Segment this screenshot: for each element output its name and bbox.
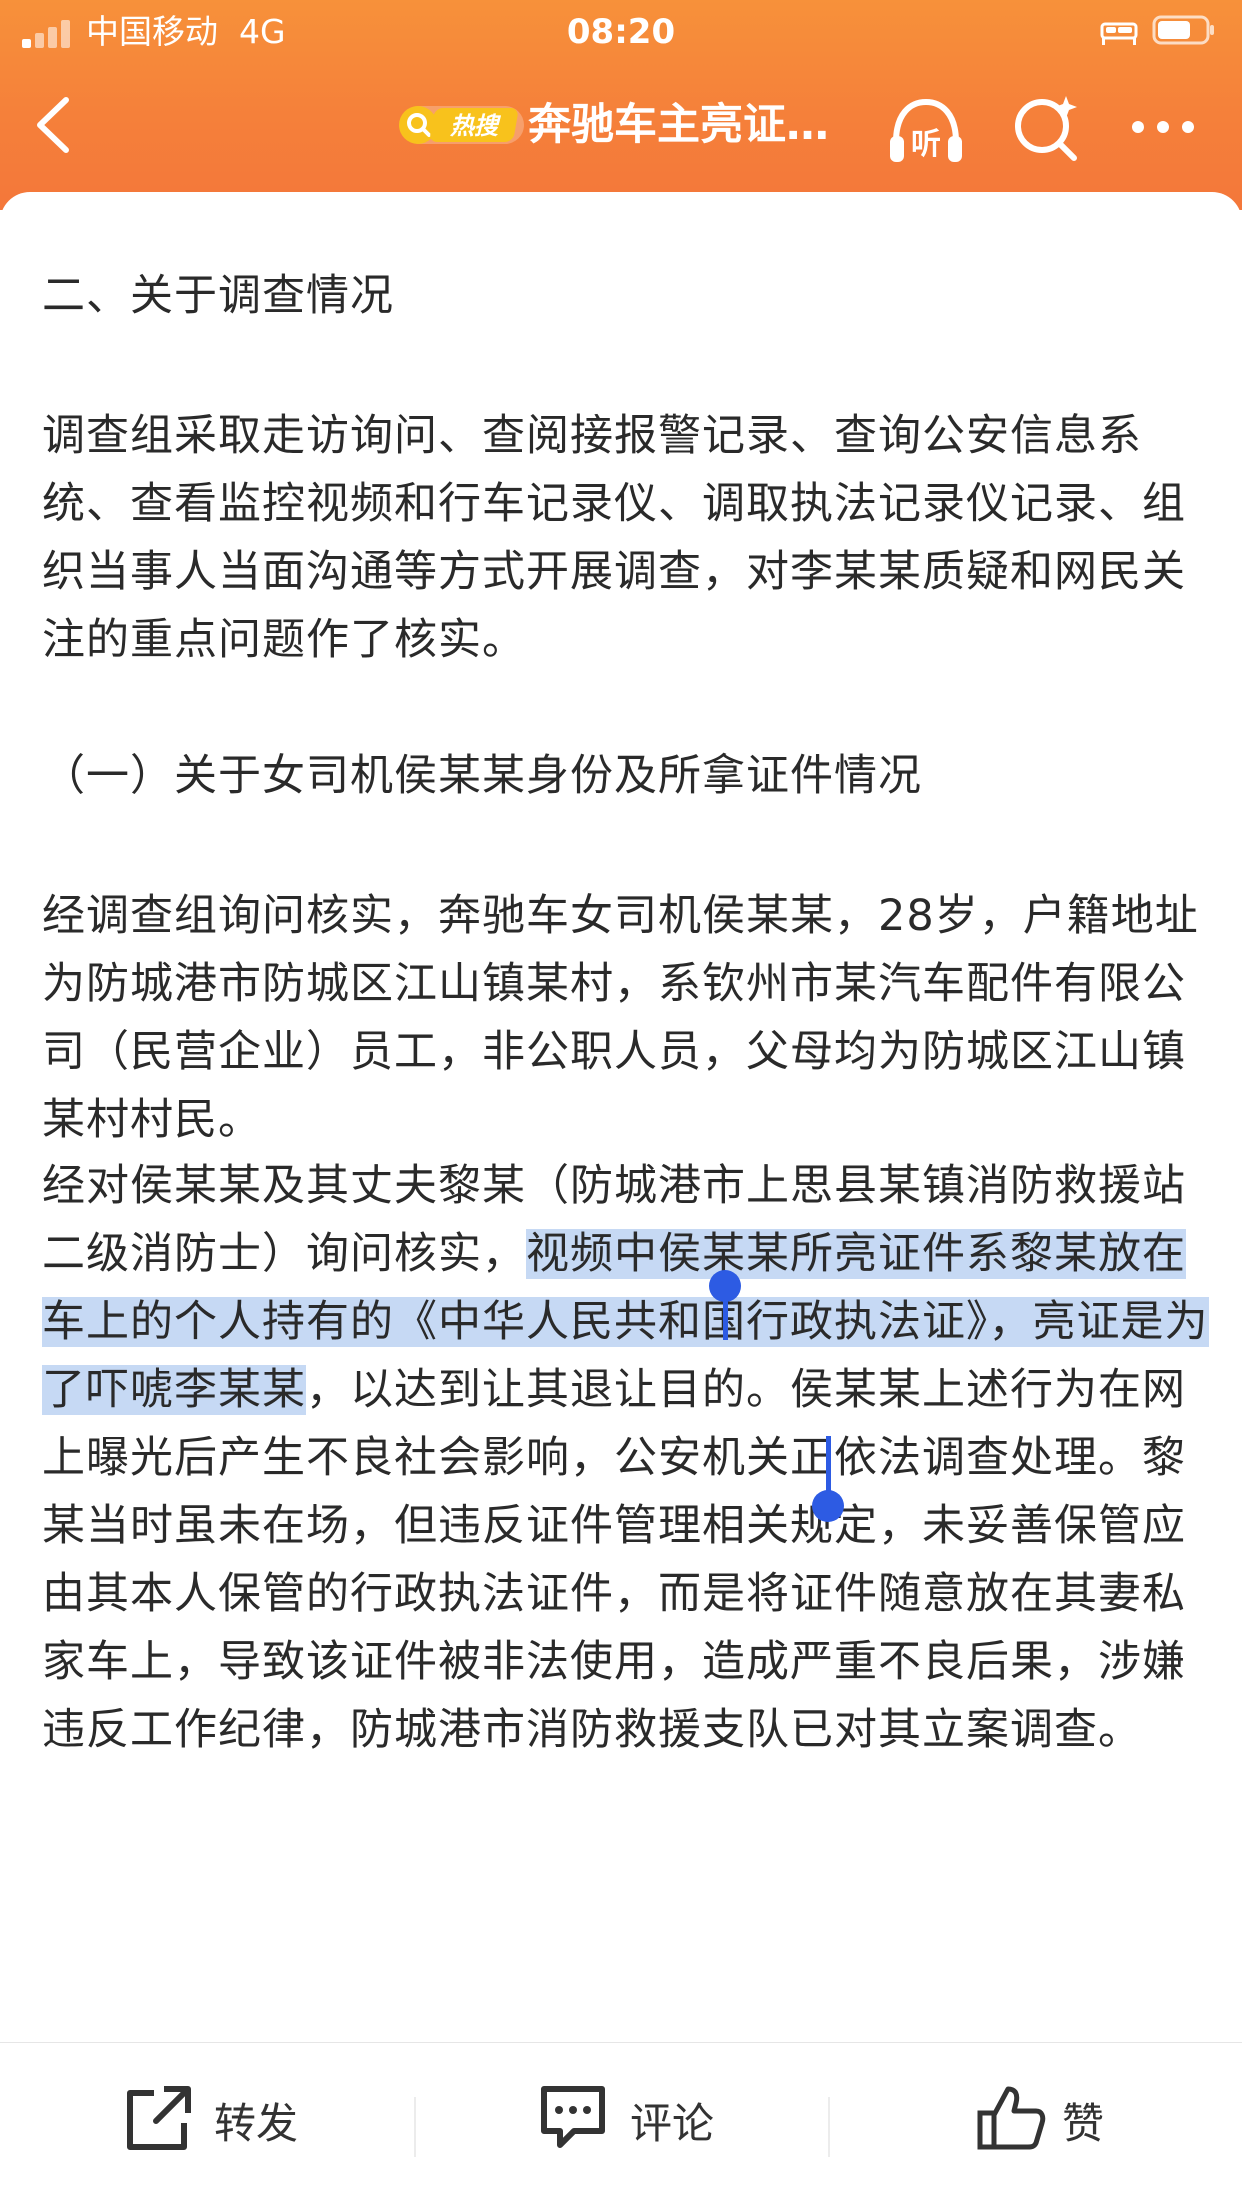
top-header: 中国移动 4G 08:20 热搜 奔驰车主亮证… 听 <box>0 0 1242 210</box>
section-heading: 二、关于调查情况 <box>42 271 394 321</box>
status-time: 08:20 <box>566 12 676 52</box>
article-paragraph-selected[interactable]: 经对侯某某及其丈夫黎某（防城港市上思县某镇消防救援站二级消防士）询问核实，视频中… <box>42 1152 1212 1764</box>
comment-label: 评论 <box>630 2099 715 2148</box>
like-button[interactable]: 赞 <box>976 2083 1136 2163</box>
share-button[interactable]: 转发 <box>124 2083 314 2163</box>
selection-end-knob[interactable] <box>812 1490 844 1522</box>
toolbar-divider <box>414 2097 416 2157</box>
article-content: 二、关于调查情况 调查组采取走访询问、查阅接报警记录、查询公安信息系统、查看监控… <box>0 192 1242 2042</box>
share-label: 转发 <box>214 2099 299 2148</box>
comment-button[interactable]: 评论 <box>538 2083 738 2163</box>
nav-title[interactable]: 奔驰车主亮证… <box>528 100 858 150</box>
paragraph-text: ，以达到让其退让目的。侯某某上述行为在网上曝光后产生不良社会影响，公安机关正依法… <box>42 1365 1186 1755</box>
share-icon <box>127 2086 191 2150</box>
article-paragraph: 调查组采取走访询问、查阅接报警记录、查询公安信息系统、查看监控视频和行车记录仪、… <box>42 411 1186 665</box>
nav-bar: 热搜 奔驰车主亮证… 听 <box>0 62 1242 186</box>
sub-heading: （一）关于女司机侯某某身份及所拿证件情况 <box>42 751 922 801</box>
like-label: 赞 <box>1062 2099 1105 2148</box>
battery-icon <box>1152 15 1214 45</box>
comment-icon <box>541 2086 605 2148</box>
hot-search-badge[interactable]: 热搜 <box>398 102 530 148</box>
bed-icon <box>1100 22 1138 45</box>
search-sparkle-icon[interactable] <box>1012 92 1082 164</box>
bottom-toolbar: 转发 评论 赞 <box>0 2042 1242 2209</box>
selection-start-knob[interactable] <box>709 1270 741 1302</box>
back-icon[interactable] <box>26 92 86 158</box>
thumbs-up-icon <box>977 2086 1046 2150</box>
hot-badge-text: 热搜 <box>449 112 502 140</box>
listen-label: 听 <box>911 127 941 162</box>
article-paragraph: 经调查组询问核实，奔驰车女司机侯某某，28岁，户籍地址为防城港市防城区江山镇某村… <box>42 891 1199 1145</box>
status-bar: 中国移动 4G 08:20 <box>0 0 1242 62</box>
selection-end-handle[interactable] <box>826 1436 831 1492</box>
listen-button[interactable]: 听 <box>886 96 966 166</box>
more-dots-icon[interactable] <box>1128 112 1198 142</box>
toolbar-divider <box>828 2097 830 2157</box>
